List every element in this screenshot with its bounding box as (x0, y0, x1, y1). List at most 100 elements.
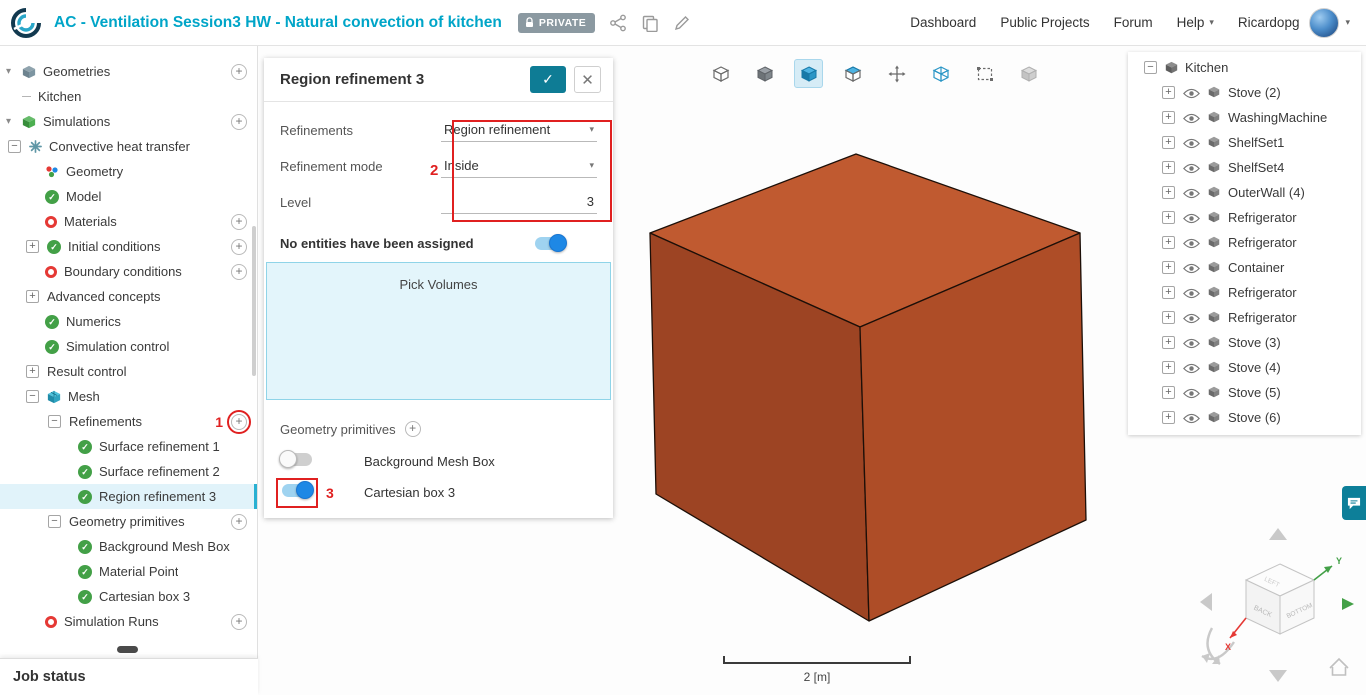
visibility-eye-icon[interactable] (1183, 212, 1200, 224)
chevron-icon[interactable]: ▾ (6, 66, 16, 77)
user-menu-caret[interactable]: ▾ (1345, 17, 1350, 28)
tree-row[interactable]: Kitchen (0, 84, 257, 109)
collapse-toggle[interactable]: − (48, 415, 61, 428)
add-button[interactable]: + (231, 238, 247, 255)
tree-row[interactable]: − Refinements 1 + (0, 409, 257, 434)
add-button[interactable]: + (231, 63, 247, 80)
scene-tree-row[interactable]: + ShelfSet4 (1128, 155, 1361, 180)
expand-toggle[interactable]: + (1162, 136, 1175, 149)
visibility-eye-icon[interactable] (1183, 87, 1200, 99)
expand-toggle[interactable]: + (1162, 161, 1175, 174)
tree-row[interactable]: ✓ Surface refinement 1 (0, 434, 257, 459)
tree-row[interactable]: ✓ Region refinement 3 (0, 484, 257, 509)
expand-toggle[interactable]: + (1162, 336, 1175, 349)
tree-row[interactable]: − Convective heat transfer (0, 134, 257, 159)
pick-volumes-dropzone[interactable]: Pick Volumes (266, 262, 611, 400)
tree-row[interactable]: Materials + (0, 209, 257, 234)
number-input[interactable]: 3 (441, 190, 597, 214)
visibility-eye-icon[interactable] (1183, 287, 1200, 299)
simscale-logo[interactable] (10, 7, 42, 39)
expand-toggle[interactable]: + (1162, 86, 1175, 99)
visibility-eye-icon[interactable] (1183, 162, 1200, 174)
visibility-eye-icon[interactable] (1183, 387, 1200, 399)
add-button[interactable]: + (231, 513, 247, 530)
orientation-gizmo[interactable]: BACK BOTTOM LEFT X Y (1192, 522, 1364, 688)
tree-row[interactable]: + ✓ Initial conditions + (0, 234, 257, 259)
visibility-eye-icon[interactable] (1183, 312, 1200, 324)
assignment-toggle[interactable] (535, 233, 567, 252)
expand-toggle[interactable]: + (26, 240, 39, 253)
scene-tree-row[interactable]: + Stove (3) (1128, 330, 1361, 355)
viewport-tool-button[interactable] (926, 59, 955, 88)
visibility-eye-icon[interactable] (1183, 137, 1200, 149)
scene-tree-row[interactable]: + Stove (4) (1128, 355, 1361, 380)
tree-row[interactable]: Boundary conditions + (0, 259, 257, 284)
collapse-toggle[interactable]: − (26, 390, 39, 403)
collapse-toggle[interactable]: − (48, 515, 61, 528)
expand-toggle[interactable]: + (26, 290, 39, 303)
user-name[interactable]: Ricardopg (1238, 15, 1300, 30)
expand-toggle[interactable]: + (1162, 361, 1175, 374)
share-icon[interactable] (609, 14, 627, 32)
nav-link[interactable]: Dashboard (910, 15, 976, 30)
visibility-eye-icon[interactable] (1183, 362, 1200, 374)
add-button[interactable]: + (227, 409, 251, 434)
scene-tree-row[interactable]: + Refrigerator (1128, 205, 1361, 230)
add-primitive-button[interactable]: + (404, 421, 421, 437)
nav-link[interactable]: Public Projects (1000, 15, 1089, 30)
add-button[interactable]: + (231, 213, 247, 230)
nav-link[interactable]: Help ▾ (1177, 15, 1214, 30)
add-button[interactable]: + (231, 613, 247, 630)
scene-tree-row[interactable]: + Refrigerator (1128, 280, 1361, 305)
expand-toggle[interactable]: + (1162, 186, 1175, 199)
sidebar-scrollbar[interactable] (252, 226, 256, 376)
tree-row[interactable]: ✓ Simulation control (0, 334, 257, 359)
expand-toggle[interactable]: + (1162, 311, 1175, 324)
viewport-tool-button[interactable] (1014, 59, 1043, 88)
tree-row[interactable]: − Geometry primitives + (0, 509, 257, 534)
collapse-toggle[interactable]: − (1144, 61, 1157, 74)
tree-row[interactable]: ✓ Model (0, 184, 257, 209)
scene-tree-row[interactable]: + Stove (2) (1128, 80, 1361, 105)
viewport-tool-button[interactable] (750, 59, 779, 88)
tree-row[interactable]: ✓ Cartesian box 3 (0, 584, 257, 609)
tree-row[interactable]: + Result control (0, 359, 257, 384)
viewport-tool-button[interactable] (970, 59, 999, 88)
viewport-tool-button[interactable] (882, 59, 911, 88)
copy-icon[interactable] (641, 14, 659, 32)
scene-tree-row[interactable]: + Stove (6) (1128, 405, 1361, 430)
visibility-eye-icon[interactable] (1183, 112, 1200, 124)
tree-row[interactable]: ✓ Surface refinement 2 (0, 459, 257, 484)
visibility-eye-icon[interactable] (1183, 187, 1200, 199)
primitive-toggle[interactable] (279, 449, 312, 468)
chevron-icon[interactable]: ▾ (6, 116, 16, 127)
confirm-button[interactable]: ✓ (530, 66, 566, 93)
edit-icon[interactable] (673, 14, 691, 32)
close-button[interactable]: ✕ (574, 66, 601, 93)
scene-tree-row[interactable]: + Refrigerator (1128, 305, 1361, 330)
tree-row[interactable]: ✓ Background Mesh Box (0, 534, 257, 559)
visibility-eye-icon[interactable] (1183, 337, 1200, 349)
visibility-eye-icon[interactable] (1183, 237, 1200, 249)
scene-tree-row[interactable]: + ShelfSet1 (1128, 130, 1361, 155)
tree-row[interactable]: ✓ Material Point (0, 559, 257, 584)
scene-tree-row[interactable]: + OuterWall (4) (1128, 180, 1361, 205)
chat-button[interactable] (1342, 486, 1366, 520)
tree-row[interactable]: − Mesh (0, 384, 257, 409)
scene-tree-row[interactable]: + Container (1128, 255, 1361, 280)
expand-toggle[interactable]: + (1162, 236, 1175, 249)
nav-link[interactable]: Forum (1114, 15, 1153, 30)
expand-toggle[interactable]: + (1162, 386, 1175, 399)
tree-row[interactable]: ✓ Numerics (0, 309, 257, 334)
primitive-toggle[interactable] (282, 480, 314, 499)
scene-tree-root[interactable]: − Kitchen (1128, 55, 1361, 80)
tree-row[interactable]: ▾ Geometries + (0, 59, 257, 84)
expand-toggle[interactable]: + (1162, 111, 1175, 124)
tree-row[interactable]: + Advanced concepts (0, 284, 257, 309)
add-button[interactable]: + (231, 113, 247, 130)
tree-row[interactable]: ▾ Simulations + (0, 109, 257, 134)
dropdown[interactable]: Region refinement ▾ (441, 118, 597, 142)
scene-tree-row[interactable]: + Refrigerator (1128, 230, 1361, 255)
collapse-toggle[interactable]: − (8, 140, 21, 153)
add-button[interactable]: + (231, 263, 247, 280)
